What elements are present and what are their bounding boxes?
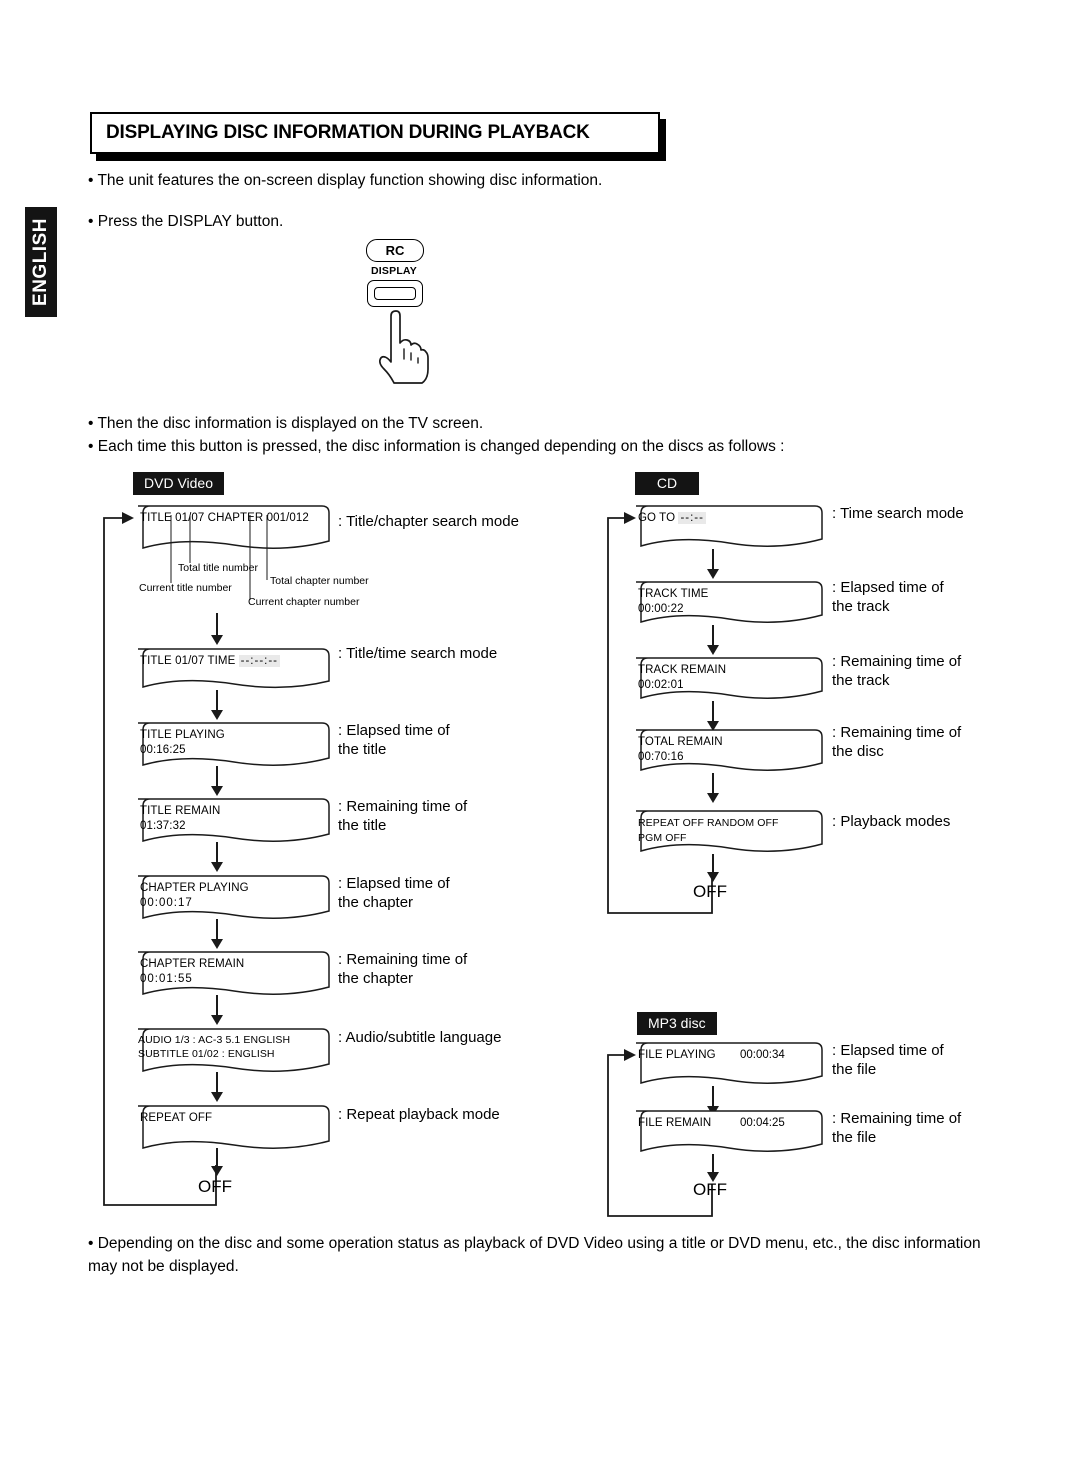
osd-placeholder-cd-0: --:-- — [678, 512, 706, 524]
callout-total-chapter-number: Total chapter number — [270, 575, 369, 587]
arrow-down-dvd-0 — [211, 613, 223, 645]
osd-box-dvd-6: AUDIO 1/3 : AC-3 5.1 ENGLISH SUBTITLE 01… — [130, 1028, 330, 1076]
arrow-down-dvd-6 — [211, 1072, 223, 1102]
page-title: DISPLAYING DISC INFORMATION DURING PLAYB… — [106, 122, 590, 143]
arrow-down-dvd-2 — [211, 766, 223, 796]
osd-text-cd-4-line1: REPEAT OFF RANDOM OFF — [638, 817, 779, 829]
arrow-down-cd-0 — [707, 549, 719, 579]
osd-desc-cd-3: : Remaining time of the disc — [832, 724, 962, 760]
arrow-down-dvd-3 — [211, 842, 223, 872]
callout-current-title-number: Current title number — [139, 582, 232, 594]
osd-text-dvd-4-line2: 00:00:17 — [140, 897, 193, 909]
osd-box-dvd-4: CHAPTER PLAYING 00:00:17 — [130, 875, 330, 923]
osd-text-dvd-2-line2: 00:16:25 — [140, 744, 186, 756]
osd-desc-cd-0: : Time search mode — [832, 505, 964, 522]
osd-text-dvd-3-line1: TITLE REMAIN — [140, 805, 221, 817]
osd-text-cd-4-line2: PGM OFF — [638, 832, 687, 844]
rc-badge: RC — [366, 239, 424, 262]
arrow-down-mp3-1 — [707, 1154, 719, 1182]
badge-dvd-video: DVD Video — [133, 472, 225, 495]
footer-note: • Depending on the disc and some operati… — [88, 1235, 981, 1275]
osd-text-dvd-5-line2: 00:01:55 — [140, 973, 193, 985]
display-button-inner — [374, 287, 416, 300]
osd-box-dvd-1: TITLE 01/07 TIME --:--:-- — [130, 648, 330, 692]
osd-box-cd-4: REPEAT OFF RANDOM OFF PGM OFF — [628, 810, 823, 856]
osd-text-dvd-3-line2: 01:37:32 — [140, 820, 186, 832]
arrow-down-cd-1 — [707, 625, 719, 655]
osd-text-dvd-6-line1: AUDIO 1/3 : AC-3 5.1 ENGLISH — [138, 1034, 291, 1046]
osd-box-dvd-7: REPEAT OFF — [130, 1105, 330, 1153]
osd-desc-cd-2: : Remaining time of the track — [832, 653, 962, 689]
osd-box-dvd-5: CHAPTER REMAIN 00:01:55 — [130, 951, 330, 999]
pointing-hand-icon — [378, 310, 429, 384]
mp3-off-label: OFF — [693, 1180, 727, 1199]
cd-loop-path — [607, 512, 713, 914]
osd-box-dvd-3: TITLE REMAIN 01:37:32 — [130, 798, 330, 846]
osd-text-mp3-1-line1: FILE REMAIN — [638, 1117, 712, 1129]
badge-mp3-disc: MP3 disc — [637, 1012, 717, 1035]
callout-current-chapter-number: Current chapter number — [248, 596, 360, 608]
osd-text-dvd-7-line1: REPEAT OFF — [140, 1112, 213, 1124]
arrow-down-cd-2 — [707, 701, 719, 731]
osd-text-cd-3-line2: 00:70:16 — [638, 751, 684, 763]
osd-desc-dvd-7: : Repeat playback mode — [338, 1106, 500, 1123]
intro-bullet-3: • Then the disc information is displayed… — [88, 415, 484, 432]
arrow-down-dvd-1 — [211, 690, 223, 720]
osd-text-dvd-1-line1: TITLE 01/07 TIME --:--:-- — [140, 655, 281, 667]
rc-badge-label: RC — [385, 243, 405, 258]
osd-desc-mp3-0: : Elapsed time of the file — [832, 1042, 944, 1078]
osd-text-mp3-1-time: 00:04:25 — [740, 1117, 785, 1129]
osd-box-cd-0: GO TO --:-- — [628, 505, 823, 551]
osd-box-cd-1: TRACK TIME 00:00:22 — [628, 581, 823, 627]
display-button-icon[interactable] — [367, 280, 423, 307]
osd-text-cd-2-line1: TRACK REMAIN — [638, 664, 727, 676]
badge-cd: CD — [635, 472, 699, 495]
osd-box-cd-2: TRACK REMAIN 00:02:01 — [628, 657, 823, 703]
page-header: DISPLAYING DISC INFORMATION DURING PLAYB… — [90, 112, 666, 161]
cd-off-label: OFF — [693, 882, 727, 901]
osd-desc-dvd-2: : Elapsed time of the title — [338, 722, 450, 758]
arrow-down-dvd-4 — [211, 919, 223, 949]
remote-display-illustration: RC DISPLAY — [356, 239, 466, 384]
osd-placeholder-dvd-1: --:--:-- — [238, 655, 281, 667]
intro-bullet-2: • Press the DISPLAY button. — [88, 213, 284, 230]
language-tab: ENGLISH — [25, 207, 57, 317]
osd-box-dvd-2: TITLE PLAYING 00:16:25 — [130, 722, 330, 770]
osd-desc-cd-1: : Elapsed time of the track — [832, 579, 944, 615]
osd-text-cd-1-line2: 00:00:22 — [638, 603, 684, 615]
osd-desc-cd-4: : Playback modes — [832, 813, 951, 830]
arrow-down-cd-3 — [707, 773, 719, 803]
callout-total-title-number: Total title number — [178, 562, 258, 574]
osd-text-dvd-2-line1: TITLE PLAYING — [140, 729, 225, 741]
intro-bullet-1: • The unit features the on-screen displa… — [88, 172, 603, 189]
osd-text-mp3-0-line1: FILE PLAYING — [638, 1049, 716, 1061]
header-box: DISPLAYING DISC INFORMATION DURING PLAYB… — [90, 112, 660, 154]
osd-desc-dvd-1: : Title/time search mode — [338, 645, 498, 662]
osd-text-dvd-5-line1: CHAPTER REMAIN — [140, 958, 245, 970]
osd-box-cd-3: TOTAL REMAIN 00:70:16 — [628, 729, 823, 775]
arrow-down-dvd-7 — [211, 1148, 223, 1176]
language-tab-label: ENGLISH — [30, 218, 51, 306]
osd-box-mp3-1: FILE REMAIN 00:04:25 — [628, 1110, 823, 1156]
osd-desc-dvd-6: : Audio/subtitle language — [338, 1029, 502, 1046]
osd-text-cd-1-line1: TRACK TIME — [638, 588, 709, 600]
osd-text-dvd-4-line1: CHAPTER PLAYING — [140, 882, 249, 894]
osd-text-dvd-6-line2: SUBTITLE 01/02 : ENGLISH — [138, 1048, 275, 1060]
osd-desc-dvd-5: : Remaining time of the chapter — [338, 951, 468, 987]
dvd-off-label: OFF — [198, 1177, 232, 1196]
arrow-down-dvd-5 — [211, 995, 223, 1025]
osd-desc-mp3-1: : Remaining time of the file — [832, 1110, 962, 1146]
display-button-label: DISPLAY — [371, 265, 417, 277]
osd-text-cd-2-line2: 00:02:01 — [638, 679, 684, 691]
osd-desc-dvd-3: : Remaining time of the title — [338, 798, 468, 834]
arrow-down-cd-4 — [707, 854, 719, 882]
osd-desc-dvd-4: : Elapsed time of the chapter — [338, 875, 450, 911]
osd-text-cd-3-line1: TOTAL REMAIN — [638, 736, 723, 748]
intro-bullet-4: • Each time this button is pressed, the … — [88, 438, 785, 455]
osd-text-mp3-0-time: 00:00:34 — [740, 1049, 785, 1061]
osd-box-mp3-0: FILE PLAYING 00:00:34 — [628, 1042, 823, 1088]
osd-text-cd-0-line1: GO TO --:-- — [638, 512, 706, 524]
